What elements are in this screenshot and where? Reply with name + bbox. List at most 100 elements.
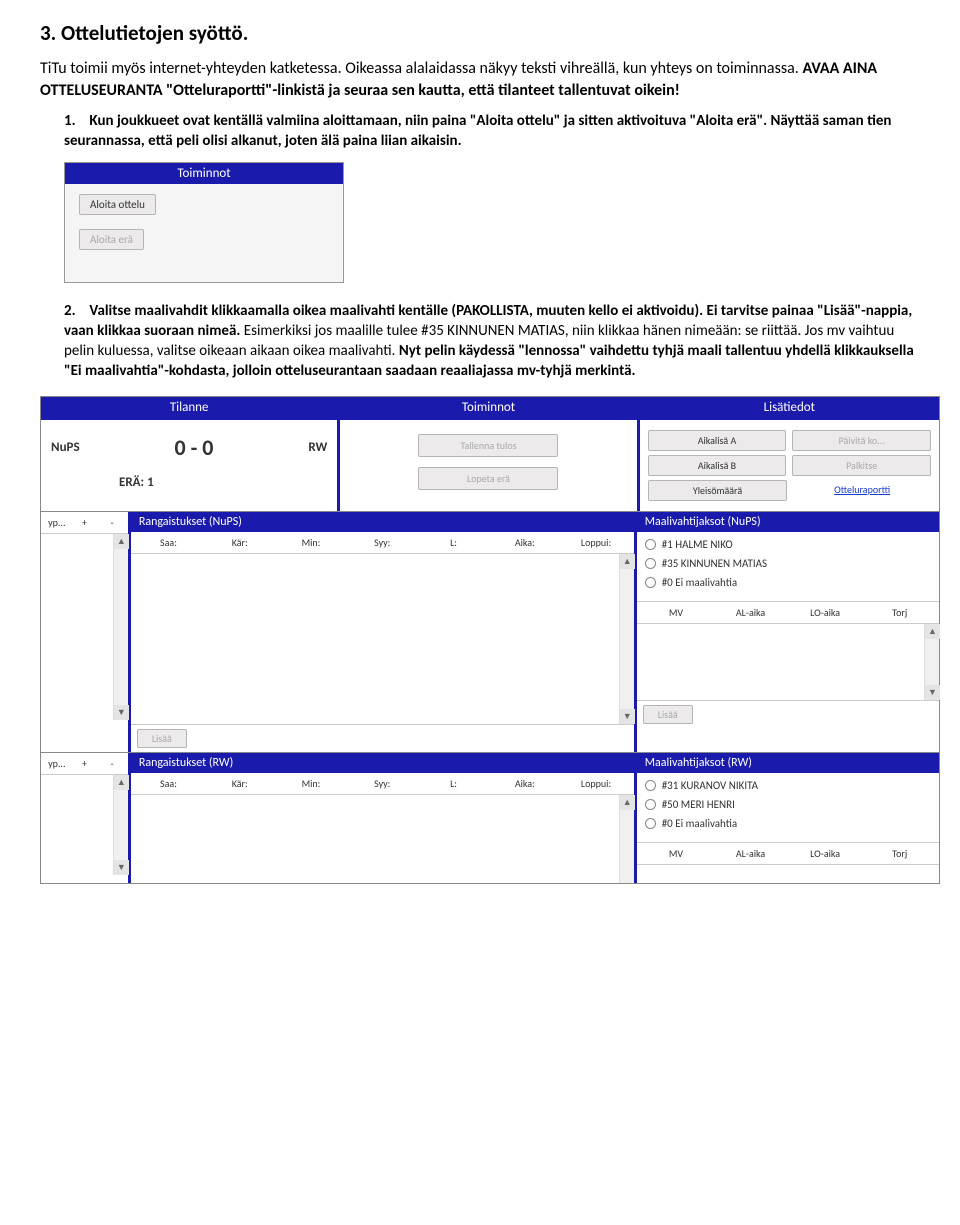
gk-label: #0 Ei maalivahtia: [662, 817, 737, 830]
narrow-list: ▲ ▼: [41, 534, 128, 720]
radio-icon[interactable]: [645, 799, 656, 810]
scroll-up-icon[interactable]: ▲: [114, 534, 129, 549]
radio-icon[interactable]: [645, 780, 656, 791]
col-saa: Saa:: [133, 777, 204, 790]
toiminnot-header: Toiminnot: [340, 397, 636, 418]
gk-option[interactable]: #50 MERI HENRI: [645, 798, 931, 811]
gk-list-rw: [637, 865, 939, 869]
col-plus: +: [71, 757, 99, 770]
lopeta-era-button[interactable]: Lopeta erä: [418, 467, 558, 490]
scroll-down-icon[interactable]: ▼: [620, 709, 635, 724]
col-kar: Kär:: [204, 777, 275, 790]
scrollbar[interactable]: ▲ ▼: [113, 534, 128, 720]
period-label: ERÄ: 1: [51, 475, 327, 490]
intro-plain: TiTu toimii myös internet-yhteyden katke…: [40, 59, 802, 78]
scroll-up-icon[interactable]: ▲: [620, 554, 635, 569]
col-kar: Kär:: [204, 536, 275, 549]
col-syy: Syy:: [347, 777, 418, 790]
col-mv: MV: [639, 847, 714, 860]
col-min: Min:: [275, 536, 346, 549]
col-loppui: Loppui:: [560, 536, 631, 549]
col-mv: MV: [639, 606, 714, 619]
narrow-list: ▲ ▼: [41, 775, 128, 875]
col-min: Min:: [275, 777, 346, 790]
scroll-up-icon[interactable]: ▲: [925, 624, 940, 639]
lisaa-penalty-nups-button[interactable]: Lisää: [137, 729, 187, 748]
screenshot-main-ui: Tilanne NuPS 0 - 0 RW ERÄ: 1 Toiminnot T…: [40, 396, 940, 884]
tallenna-tulos-button[interactable]: Tallenna tulos: [418, 434, 558, 457]
gk-option[interactable]: #0 Ei maalivahtia: [645, 817, 931, 830]
aloita-ottelu-button[interactable]: Aloita ottelu: [79, 194, 156, 215]
item2-text-a: Valitse maalivahdit klikkaamalla oikea m…: [89, 302, 706, 320]
item1-number: 1.: [64, 111, 86, 131]
col-torj: Torj: [862, 606, 937, 619]
item1-text: Kun joukkueet ovat kentällä valmiina alo…: [64, 112, 891, 150]
scroll-down-icon[interactable]: ▼: [114, 860, 129, 875]
gk-option[interactable]: #0 Ei maalivahtia: [645, 576, 931, 589]
penalties-rw-header: Rangaistukset (RW): [131, 753, 634, 773]
score: 0 - 0: [100, 434, 289, 461]
scrollbar[interactable]: ▲ ▼: [113, 775, 128, 875]
penalty-list-rw: ▲: [131, 795, 634, 883]
yleisomaara-button[interactable]: Yleisömäärä: [648, 480, 788, 501]
radio-icon[interactable]: [645, 558, 656, 569]
penalty-list-nups: ▲ ▼: [131, 554, 634, 724]
aikalisa-b-button[interactable]: Aikalisä B: [648, 455, 787, 476]
col-aika: Aika:: [489, 777, 560, 790]
gk-label: #35 KINNUNEN MATIAS: [662, 557, 767, 570]
panel-header: Toiminnot: [65, 163, 343, 184]
aloita-era-button[interactable]: Aloita erä: [79, 229, 144, 250]
penalty-columns: Saa: Kär: Min: Syy: L: Aika: Loppui:: [131, 532, 634, 554]
scroll-down-icon[interactable]: ▼: [925, 685, 940, 700]
team2-name: RW: [308, 440, 327, 455]
scrollbar[interactable]: ▲ ▼: [924, 624, 939, 700]
section-heading: 3. Ottelutietojen syöttö.: [40, 20, 920, 46]
gk-columns: MV AL-aika LO-aika Torj: [637, 842, 939, 865]
col-loaika: LO-aika: [788, 606, 863, 619]
gk-list-nups: ▲ ▼: [637, 624, 939, 700]
gk-option[interactable]: #35 KINNUNEN MATIAS: [645, 557, 931, 570]
paivita-button[interactable]: Päivitä ko...: [792, 430, 931, 451]
scrollbar[interactable]: ▲: [619, 795, 634, 883]
gk-option[interactable]: #1 HALME NIKO: [645, 538, 931, 551]
aikalisa-a-button[interactable]: Aikalisä A: [648, 430, 787, 451]
list-item-1: 1. Kun joukkueet ovat kentällä valmiina …: [64, 111, 920, 152]
gk-label: #0 Ei maalivahtia: [662, 576, 737, 589]
radio-icon[interactable]: [645, 818, 656, 829]
gk-columns: MV AL-aika LO-aika Torj: [637, 601, 939, 624]
palkitse-button[interactable]: Palkitse: [792, 455, 931, 476]
intro-paragraph: TiTu toimii myös internet-yhteyden katke…: [40, 58, 920, 101]
scroll-down-icon[interactable]: ▼: [114, 705, 129, 720]
lisaa-gk-nups-button[interactable]: Lisää: [643, 705, 693, 724]
col-torj: Torj: [862, 847, 937, 860]
col-alaika: AL-aika: [713, 847, 788, 860]
radio-icon[interactable]: [645, 539, 656, 550]
item2-number: 2.: [64, 301, 86, 321]
col-l: L:: [418, 777, 489, 790]
screenshot-toiminnot-panel: Toiminnot Aloita ottelu Aloita erä: [64, 162, 344, 283]
col-alaika: AL-aika: [713, 606, 788, 619]
col-aika: Aika:: [489, 536, 560, 549]
gk-label: #50 MERI HENRI: [662, 798, 735, 811]
scroll-up-icon[interactable]: ▲: [620, 795, 635, 810]
gk-label: #31 KURANOV NIKITA: [662, 779, 758, 792]
lisatiedot-header: Lisätiedot: [640, 397, 939, 418]
gk-label: #1 HALME NIKO: [662, 538, 733, 551]
list-item-2: 2. Valitse maalivahdit klikkaamalla oike…: [64, 301, 920, 382]
team1-name: NuPS: [51, 440, 80, 455]
col-loaika: LO-aika: [788, 847, 863, 860]
col-l: L:: [418, 536, 489, 549]
otteluraportti-link[interactable]: Otteluraportti: [793, 480, 931, 501]
col-plus: +: [71, 516, 99, 529]
col-minus: -: [98, 757, 126, 770]
col-loppui: Loppui:: [560, 777, 631, 790]
col-saa: Saa:: [133, 536, 204, 549]
col-minus: -: [98, 516, 126, 529]
scroll-up-icon[interactable]: ▲: [114, 775, 129, 790]
col-syy: Syy:: [347, 536, 418, 549]
gk-nups-header: Maalivahtijaksot (NuPS): [637, 512, 939, 532]
gk-option[interactable]: #31 KURANOV NIKITA: [645, 779, 931, 792]
radio-icon[interactable]: [645, 577, 656, 588]
col-yp: yp...: [43, 516, 71, 529]
scrollbar[interactable]: ▲ ▼: [619, 554, 634, 724]
